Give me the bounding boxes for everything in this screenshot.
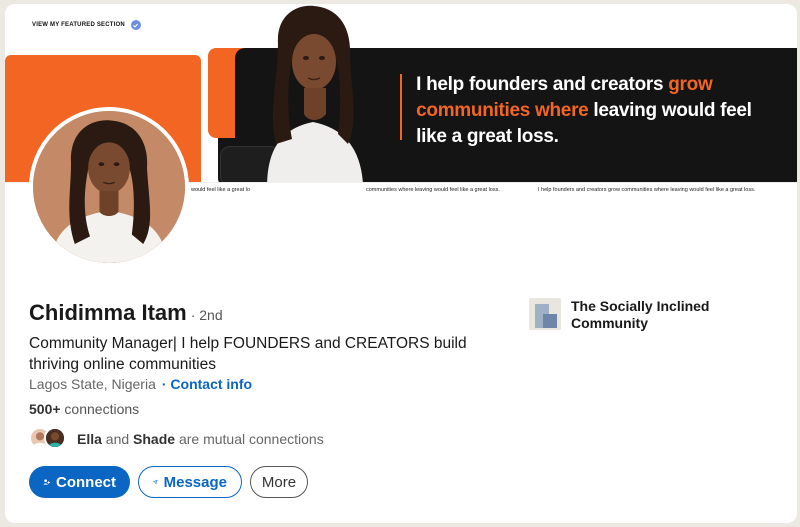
banner-headline: I help founders and creators grow commun…	[400, 72, 760, 152]
connect-label: Connect	[56, 473, 116, 491]
name-row: Chidimma Itam · 2nd	[29, 300, 223, 326]
strip-text-2: communities where leaving would feel lik…	[366, 187, 500, 193]
profile-card: VIEW MY FEATURED SECTION I help founders…	[5, 4, 797, 523]
avatar-image	[33, 111, 185, 263]
more-label: More	[261, 473, 297, 491]
verified-icon	[130, 20, 141, 30]
message-label: Message	[163, 473, 227, 491]
avatar	[44, 427, 66, 449]
banner-headline-text: I help founders and creators grow commun…	[416, 74, 752, 147]
connect-button[interactable]: Connect	[29, 466, 130, 498]
featured-section-label: VIEW MY FEATURED SECTION	[32, 22, 125, 28]
company-logo-icon	[529, 298, 561, 330]
profile-headline: Community Manager| I help FOUNDERS and C…	[29, 335, 467, 373]
connections-number: 500+	[29, 401, 61, 417]
action-buttons: Connect Message More	[29, 466, 308, 498]
send-icon	[153, 479, 158, 485]
banner-portrait-image	[267, 5, 364, 200]
profile-avatar[interactable]	[29, 107, 189, 267]
add-user-icon	[43, 479, 50, 485]
strip-text-3: I help founders and creators grow commun…	[538, 187, 756, 193]
location-row: Lagos State, Nigeria · Contact info	[29, 376, 252, 392]
connections-count[interactable]: 500+ connections	[29, 401, 139, 417]
strip-text-1: would feel like a great lo	[191, 187, 251, 193]
profile-location: Lagos State, Nigeria	[29, 376, 156, 392]
featured-section-link[interactable]: VIEW MY FEATURED SECTION	[32, 20, 141, 30]
profile-name: Chidimma Itam	[29, 300, 187, 325]
message-button[interactable]: Message	[138, 466, 242, 498]
mutual-connections[interactable]: Ella and Shade are mutual connections	[29, 427, 324, 451]
banner-headline-accent	[400, 74, 403, 140]
contact-info-link[interactable]: · Contact info	[162, 376, 252, 392]
mutual-text: Ella and Shade are mutual connections	[77, 431, 324, 447]
connection-degree: · 2nd	[190, 307, 223, 323]
current-company[interactable]: The Socially Inclined Community	[529, 298, 731, 332]
mutual-avatars	[29, 427, 69, 451]
more-button[interactable]: More	[250, 466, 308, 498]
company-name: The Socially Inclined Community	[571, 298, 710, 331]
connections-label: connections	[60, 401, 140, 417]
